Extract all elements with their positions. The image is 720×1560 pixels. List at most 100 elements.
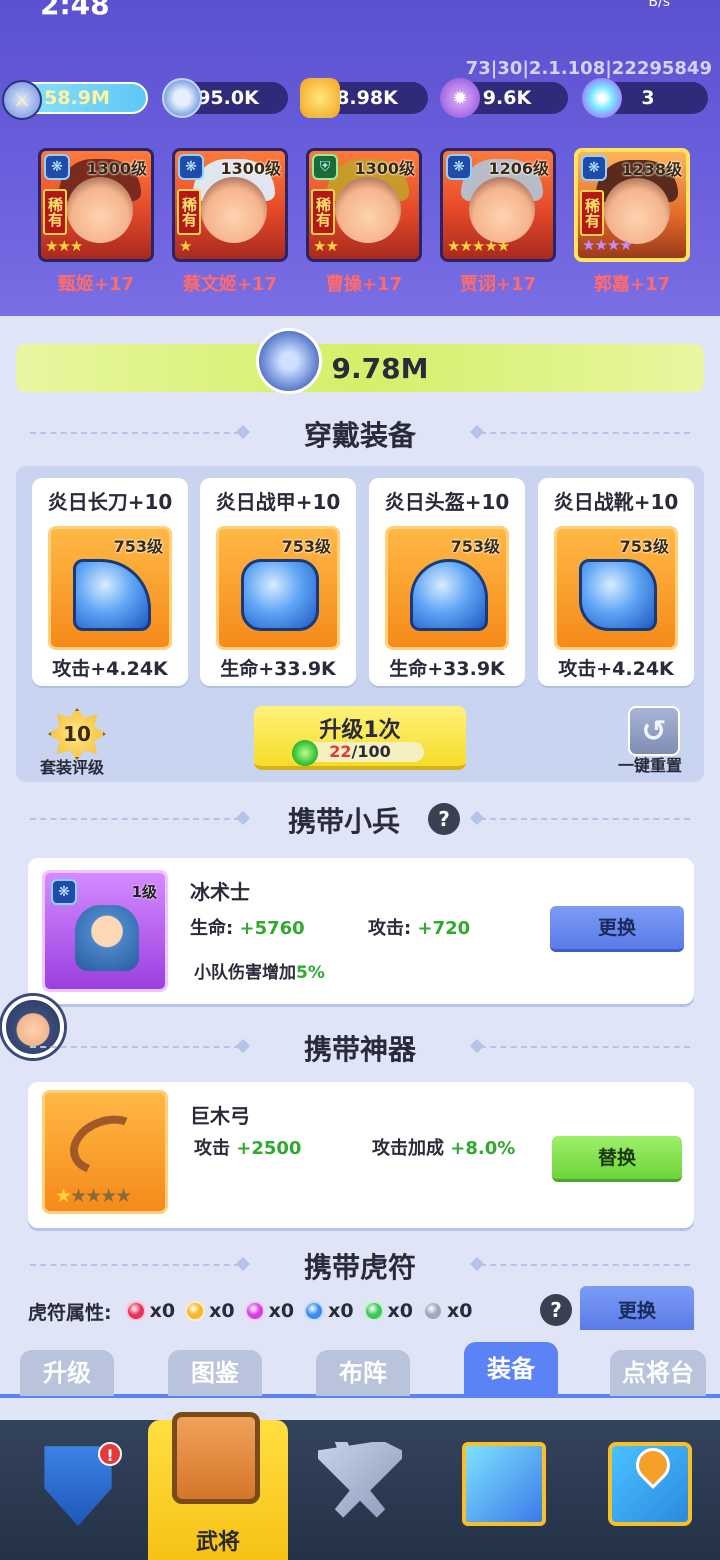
swap-artifact-button[interactable]: 替换 — [552, 1136, 682, 1182]
equip-name: 炎日战甲+10 — [215, 490, 341, 514]
upgrade-once-button[interactable]: 升级1次 22/100 — [254, 706, 466, 770]
orb-count: x0 — [149, 1300, 176, 1322]
artifact-bonus-value: +8.0% — [450, 1138, 516, 1159]
red-orb-icon — [125, 1301, 146, 1321]
hero-level: 1300级 — [220, 159, 281, 178]
swap-soldier-button[interactable]: 更换 — [550, 906, 684, 952]
rare-tag: 稀有 — [311, 189, 335, 235]
purple-resource[interactable]: ✹ 9.6K — [440, 78, 568, 118]
status-speed: B/s — [648, 0, 670, 10]
artifact-portrait-frame[interactable]: ★★★★★ — [42, 1090, 168, 1214]
hero-face — [67, 177, 133, 243]
power-resource-value: 58.9M — [44, 87, 110, 109]
gem-icon — [582, 78, 622, 118]
soldier-bonus-label: 小队伤害增加 — [194, 963, 296, 983]
upgrade-total: /100 — [351, 742, 391, 761]
set-rating-label: 套装评级 — [40, 758, 105, 777]
upgrade-current: 22 — [329, 742, 352, 761]
rare-tag: 稀有 — [580, 190, 604, 236]
purple-orb-icon — [244, 1301, 265, 1321]
ice-element-icon: ❋ — [581, 155, 607, 181]
silver-resource-value: 95.0K — [197, 87, 259, 109]
equip-icon-frame: 753级 — [216, 526, 340, 650]
tiger-attr-label: 虎符属性: — [28, 1301, 112, 1324]
ice-element-icon: ❋ — [446, 154, 472, 180]
hero-card-caocao[interactable]: ⛨ 1300级 稀有 ★★ — [306, 148, 422, 262]
equip-icon-frame: 753级 — [554, 526, 678, 650]
hero-power-value: 9.78M — [331, 351, 429, 385]
soldier-hp: 生命: +5760 — [190, 914, 305, 940]
hero-level: 1300级 — [354, 159, 415, 178]
soldier-atk: 攻击: +720 — [368, 914, 470, 940]
gray-orb-icon — [423, 1301, 444, 1321]
reset-icon: ↺ — [641, 713, 667, 749]
hero-stars: ★ — [179, 237, 192, 255]
artifact-bonus: 攻击加成 +8.0% — [372, 1134, 515, 1160]
crystal-book-nav-icon[interactable] — [462, 1442, 546, 1526]
hero-card-jiaxu[interactable]: ❋ 1206级 ★★★★★ — [440, 148, 556, 262]
help-icon[interactable]: ? — [428, 803, 460, 835]
hero-name: 郭嘉+17 — [593, 274, 671, 295]
equip-card-blade[interactable]: 炎日长刀+10 753级 攻击+4.24K — [32, 478, 188, 686]
silver-resource[interactable]: 95.0K — [162, 78, 288, 118]
tab-codex[interactable]: 图鉴 — [168, 1350, 262, 1396]
equip-card-armor[interactable]: 炎日战甲+10 753级 生命+33.9K — [200, 478, 356, 686]
reset-button[interactable]: ↺ — [628, 706, 680, 756]
hero-face — [604, 178, 670, 244]
ice-element-icon: ❋ — [44, 154, 70, 180]
hero-card-zhenji[interactable]: ❋ 1300级 稀有 ★★★ — [38, 148, 154, 262]
sword-power-icon — [256, 328, 322, 394]
swap-tiger-button[interactable]: 更换 — [580, 1286, 694, 1330]
equip-card-boots[interactable]: 炎日战靴+10 753级 攻击+4.24K — [538, 478, 694, 686]
section-title-soldier: 携带小兵 — [287, 805, 400, 838]
soldier-hp-value: +5760 — [239, 918, 305, 939]
hero-face — [335, 177, 401, 243]
soldier-portrait-frame[interactable]: ❋ 1级 — [42, 870, 168, 992]
version-text: 73|30|2.1.108|22295849 — [465, 58, 712, 79]
section-title-equip: 穿戴装备 — [303, 419, 416, 452]
reset-label: 一键重置 — [618, 756, 683, 775]
equip-card-helmet[interactable]: 炎日头盔+10 753级 生命+33.9K — [369, 478, 525, 686]
hero-card-nav-icon — [172, 1412, 260, 1504]
tab-general-stage[interactable]: 点将台 — [610, 1350, 706, 1396]
orb-count: x0 — [387, 1300, 414, 1322]
hero-name: 蔡文姬+17 — [182, 274, 278, 295]
artifact-stars: ★★★★★ — [55, 1185, 132, 1207]
tab-equipment[interactable]: 装备 — [464, 1342, 558, 1396]
soldier-level: 1级 — [131, 883, 157, 901]
sword-icon: ⚔ — [2, 80, 42, 120]
rare-tag: 稀有 — [43, 189, 67, 235]
soldier-portrait — [75, 905, 139, 971]
purple-gear-icon: ✹ — [440, 78, 480, 118]
purple-resource-value: 9.6K — [482, 87, 532, 109]
gold-resource[interactable]: 8.98K — [300, 78, 428, 118]
hero-face — [201, 177, 267, 243]
help-icon[interactable]: ? — [540, 1294, 572, 1326]
alert-badge: ! — [98, 1442, 122, 1466]
soldier-atk-label: 攻击: — [368, 918, 412, 939]
hero-card-caiwenji[interactable]: ❋ 1300级 稀有 ★ — [172, 148, 288, 262]
soldier-name: 冰术士 — [190, 880, 250, 904]
blade-icon — [73, 559, 151, 631]
tab-formation[interactable]: 布阵 — [316, 1350, 410, 1396]
artifact-bonus-label: 攻击加成 — [372, 1138, 444, 1159]
soldier-hp-label: 生命: — [190, 918, 234, 939]
gem-resource-value: 3 — [641, 87, 655, 109]
shield-element-icon: ⛨ — [312, 154, 338, 180]
power-resource[interactable]: ⚔ 58.9M — [2, 80, 148, 120]
gem-resource[interactable]: 3 — [582, 78, 708, 118]
hero-card-guojia[interactable]: ❋ 1238级 稀有 ★★★★ — [574, 148, 690, 262]
orb-count: x0 — [328, 1300, 354, 1322]
equip-stat: 攻击+4.24K — [558, 658, 674, 680]
top-header: 2:48 B/s 73|30|2.1.108|22295849 ⚔ 58.9M … — [0, 0, 720, 316]
bow-icon — [61, 1105, 153, 1185]
equip-name: 炎日战靴+10 — [553, 490, 679, 514]
orb-count: x0 — [447, 1300, 473, 1322]
hero-stars: ★★★★★ — [447, 237, 510, 255]
tab-upgrade[interactable]: 升级 — [20, 1350, 114, 1396]
gold-resource-value: 8.98K — [336, 87, 398, 109]
hero-level: 1206级 — [488, 159, 549, 178]
soldier-bonus: 小队伤害增加5% — [194, 958, 325, 983]
equip-level: 753级 — [619, 537, 669, 556]
status-time: 2:48 — [40, 0, 110, 21]
